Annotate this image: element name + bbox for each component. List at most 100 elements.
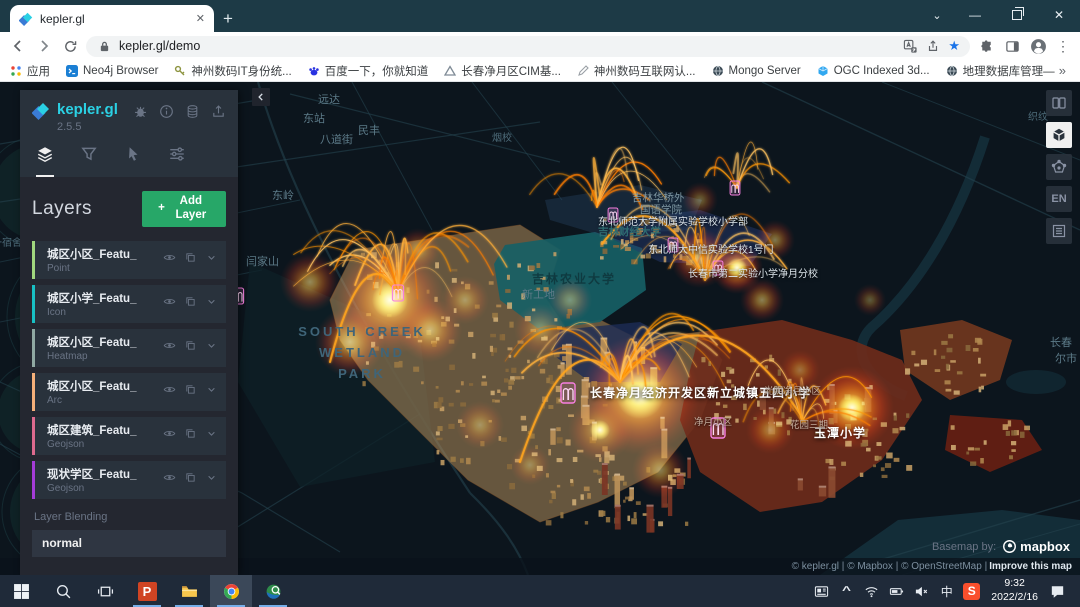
layer-duplicate-icon[interactable] xyxy=(184,383,197,401)
ime-language-icon[interactable]: 中 xyxy=(934,583,959,600)
share-icon[interactable] xyxy=(925,38,941,54)
sidebar-tabs xyxy=(32,133,226,177)
layer-expand-chevron-icon[interactable] xyxy=(205,471,218,489)
layer-duplicate-icon[interactable] xyxy=(184,295,197,313)
add-layer-button[interactable]: +Add Layer xyxy=(142,191,226,227)
layer-visibility-eye-icon[interactable] xyxy=(163,471,176,489)
browser-menu-icon[interactable]: ⋮ xyxy=(1054,38,1072,55)
browser-tab[interactable]: kepler.gl ✕ xyxy=(10,5,214,32)
layer-list: 城区小区_Featu_Point 城区小学_Featu_Icon 城区小区_Feat… xyxy=(32,241,226,499)
task-view-button[interactable] xyxy=(84,575,126,607)
data-table-icon[interactable] xyxy=(185,104,200,124)
bookmark-label: 应用 xyxy=(27,63,50,79)
layer-duplicate-icon[interactable] xyxy=(184,251,197,269)
restore-button[interactable] xyxy=(996,0,1038,30)
bookmark-item-1[interactable]: Neo4j Browser xyxy=(66,65,158,77)
layer-type: Icon xyxy=(47,307,163,318)
sogou-input-icon[interactable]: S xyxy=(959,583,984,600)
layer-type: Geojson xyxy=(47,439,163,450)
system-tray: ^ 中 S 9:32 2022/2/16 xyxy=(809,575,1080,607)
minimize-button[interactable]: — xyxy=(954,0,996,30)
side-panel-icon[interactable] xyxy=(1002,36,1022,56)
layer-visibility-eye-icon[interactable] xyxy=(163,251,176,269)
address-bar[interactable]: kepler.gl/demo ★ xyxy=(86,36,970,57)
export-share-icon[interactable] xyxy=(211,104,226,124)
layer-expand-chevron-icon[interactable] xyxy=(205,251,218,269)
desktop-screen: kepler.gl ✕ + ⌄ — ✕ kepler.gl/demo ★ ⋮ 应… xyxy=(0,0,1080,607)
bookmark-label: Mongo Server xyxy=(729,65,801,77)
extensions-puzzle-icon[interactable] xyxy=(976,36,996,56)
layer-row-1[interactable]: 城区小学_Featu_Icon xyxy=(32,285,226,323)
bookmark-item-2[interactable]: 神州数码IT身份统... xyxy=(174,63,291,79)
tab-filters[interactable] xyxy=(80,145,98,177)
powerpoint-icon: P xyxy=(138,582,157,601)
bookmark-star-icon[interactable]: ★ xyxy=(948,38,960,54)
taskbar-chrome[interactable] xyxy=(210,575,252,607)
layer-visibility-eye-icon[interactable] xyxy=(163,427,176,445)
locale-button[interactable]: EN xyxy=(1046,186,1072,212)
sidebar-collapse-button[interactable] xyxy=(252,88,270,106)
bookmarks-overflow-icon[interactable]: » xyxy=(1055,63,1070,78)
layer-duplicate-icon[interactable] xyxy=(184,427,197,445)
layer-blending-select[interactable]: normal xyxy=(32,530,226,557)
tab-close-icon[interactable]: ✕ xyxy=(196,12,205,25)
layer-visibility-eye-icon[interactable] xyxy=(163,383,176,401)
layer-info: 城区小区_Featu_Point xyxy=(47,246,163,274)
layer-row-4[interactable]: 城区建筑_Featu_Geojson xyxy=(32,417,226,455)
taskbar-gis-app[interactable] xyxy=(252,575,294,607)
layer-row-2[interactable]: 城区小区_Featu_Heatmap xyxy=(32,329,226,367)
layer-expand-chevron-icon[interactable] xyxy=(205,383,218,401)
tab-layers[interactable] xyxy=(36,145,54,177)
bookmark-item-6[interactable]: Mongo Server xyxy=(712,65,801,77)
battery-icon[interactable] xyxy=(884,584,909,599)
forward-button[interactable] xyxy=(34,36,54,56)
taskbar-powerpoint[interactable]: P xyxy=(126,575,168,607)
secure-lock-icon[interactable] xyxy=(96,38,112,54)
layer-expand-chevron-icon[interactable] xyxy=(205,427,218,445)
info-icon[interactable] xyxy=(159,104,174,124)
taskbar-search-button[interactable] xyxy=(42,575,84,607)
layer-visibility-eye-icon[interactable] xyxy=(163,339,176,357)
tab-basemap-settings[interactable] xyxy=(168,145,186,177)
taskbar-file-explorer[interactable] xyxy=(168,575,210,607)
bookmark-item-4[interactable]: 长春净月区CIM基... xyxy=(444,63,561,79)
translate-icon[interactable] xyxy=(902,38,918,54)
layer-row-3[interactable]: 城区小区_Featu_Arc xyxy=(32,373,226,411)
reload-button[interactable] xyxy=(60,36,80,56)
volume-muted-icon[interactable] xyxy=(909,584,934,599)
split-map-button[interactable] xyxy=(1046,90,1072,116)
tray-expand-icon[interactable]: ^ xyxy=(829,585,864,597)
layer-expand-chevron-icon[interactable] xyxy=(205,295,218,313)
back-button[interactable] xyxy=(8,36,28,56)
layer-duplicate-icon[interactable] xyxy=(184,471,197,489)
layer-row-0[interactable]: 城区小区_Featu_Point xyxy=(32,241,226,279)
restore-icon xyxy=(1012,10,1022,20)
layer-visibility-eye-icon[interactable] xyxy=(163,295,176,313)
improve-map-link[interactable]: Improve this map xyxy=(989,561,1072,572)
layer-blending-label: Layer Blending xyxy=(34,511,224,523)
close-button[interactable]: ✕ xyxy=(1038,0,1080,30)
mapbox-logo[interactable]: mapbox xyxy=(1003,539,1070,554)
bug-report-icon[interactable] xyxy=(133,104,148,124)
attribution-text: © kepler.gl | © Mapbox | © OpenStreetMap… xyxy=(792,561,988,572)
bookmark-item-8[interactable]: 地理数据库管理—... xyxy=(946,63,1055,79)
toggle-3d-button[interactable] xyxy=(1046,122,1072,148)
profile-avatar[interactable] xyxy=(1028,36,1048,56)
bookmark-item-0[interactable]: 应用 xyxy=(10,63,50,79)
bookmark-item-3[interactable]: 百度一下，你就知道 xyxy=(308,63,429,79)
start-button[interactable] xyxy=(0,575,42,607)
url-text[interactable]: kepler.gl/demo xyxy=(119,39,895,53)
layer-row-5[interactable]: 现状学区_Featu_Geojson xyxy=(32,461,226,499)
new-tab-button[interactable]: + xyxy=(214,5,242,32)
layer-expand-chevron-icon[interactable] xyxy=(205,339,218,357)
draw-polygon-button[interactable] xyxy=(1046,154,1072,180)
action-center-icon[interactable] xyxy=(1045,584,1070,599)
bookmark-item-5[interactable]: 神州数码互联网认... xyxy=(577,63,696,79)
legend-button[interactable] xyxy=(1046,218,1072,244)
tab-search-chevron-icon[interactable]: ⌄ xyxy=(920,0,954,30)
tab-interactions[interactable] xyxy=(124,145,142,177)
taskbar-clock[interactable]: 9:32 2022/2/16 xyxy=(984,577,1045,604)
layer-duplicate-icon[interactable] xyxy=(184,339,197,357)
school-icon-marker xyxy=(392,285,403,301)
bookmark-item-7[interactable]: OGC Indexed 3d... xyxy=(817,65,930,77)
